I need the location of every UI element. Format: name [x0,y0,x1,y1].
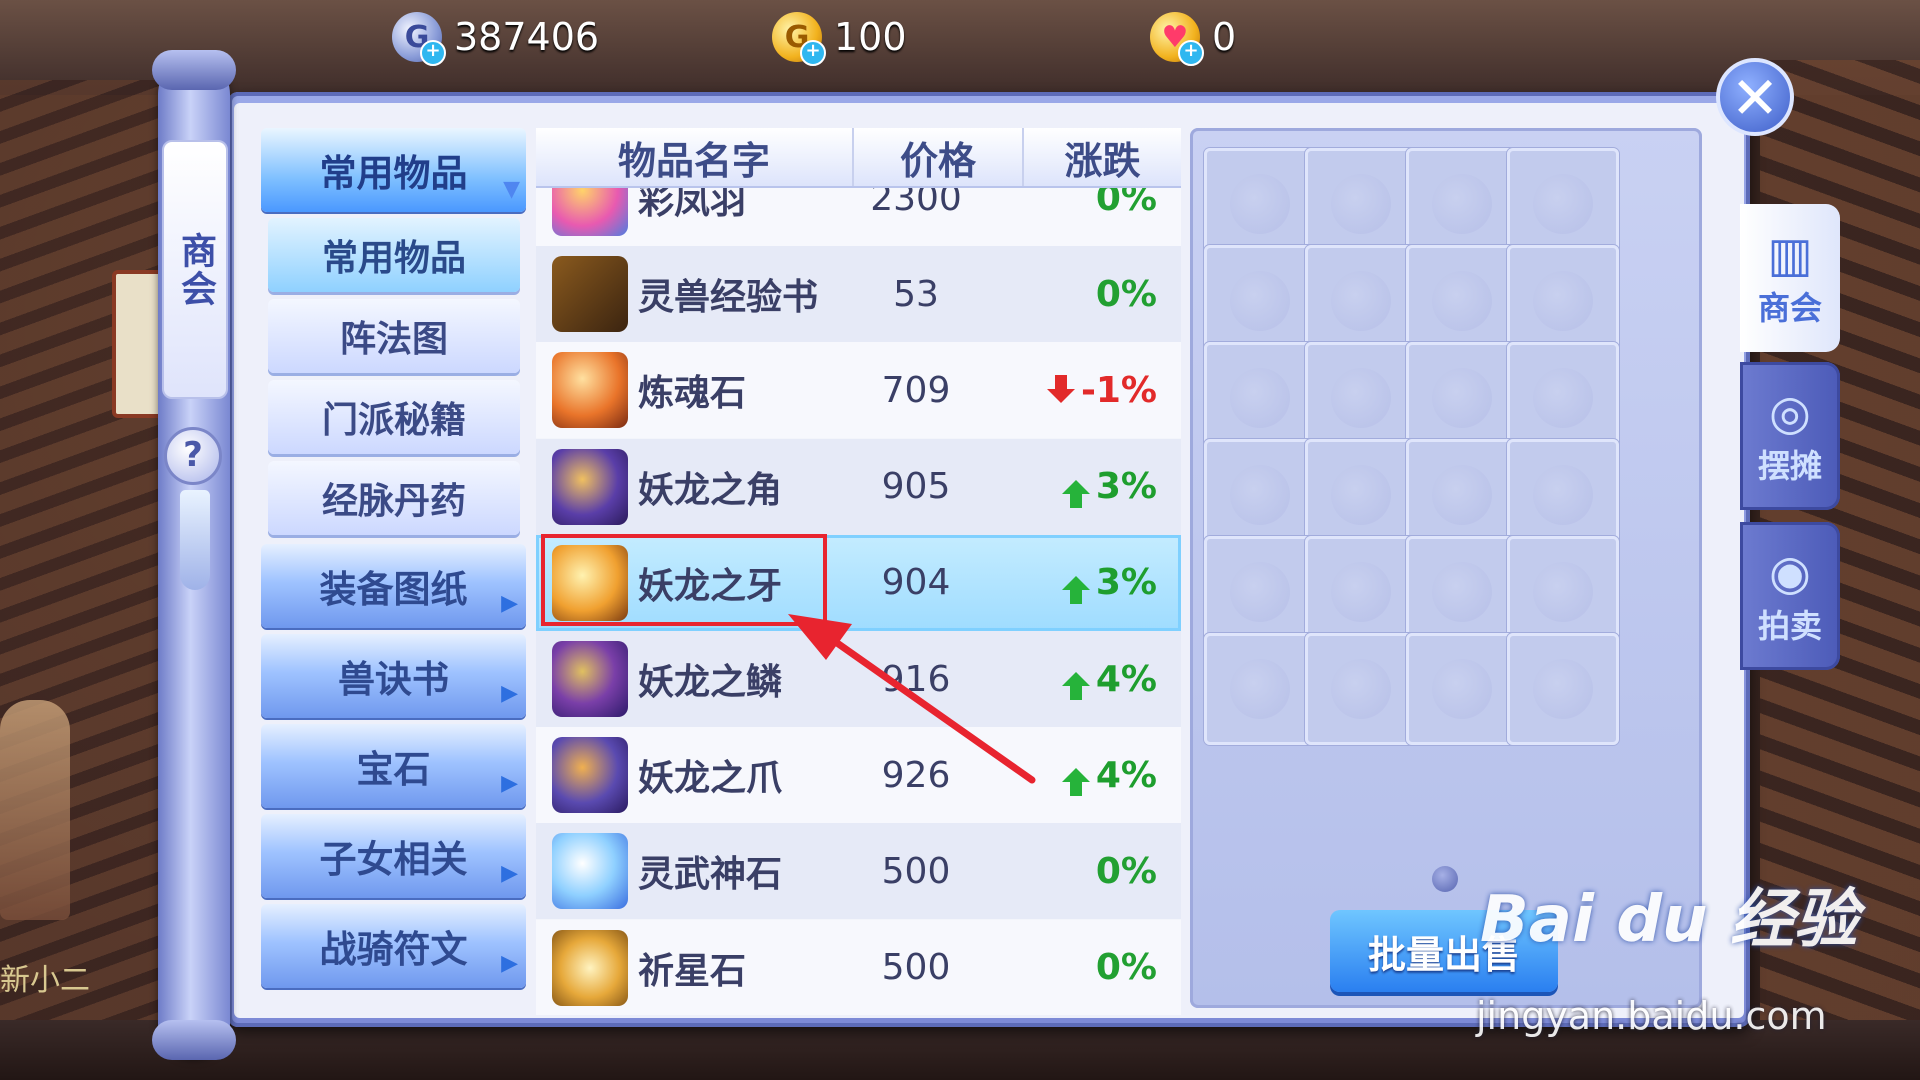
column-header-change: 涨跌 [1064,138,1141,183]
column-header-price: 价格 [854,128,1024,186]
watermark-brand: Bai du 经验 [1480,883,1858,957]
column-header-name: 物品名字 [536,128,854,186]
table-header: 物品名字 价格 涨跌 [536,128,1181,188]
watermark-url: jingyan.baidu.com [1476,994,1827,1038]
